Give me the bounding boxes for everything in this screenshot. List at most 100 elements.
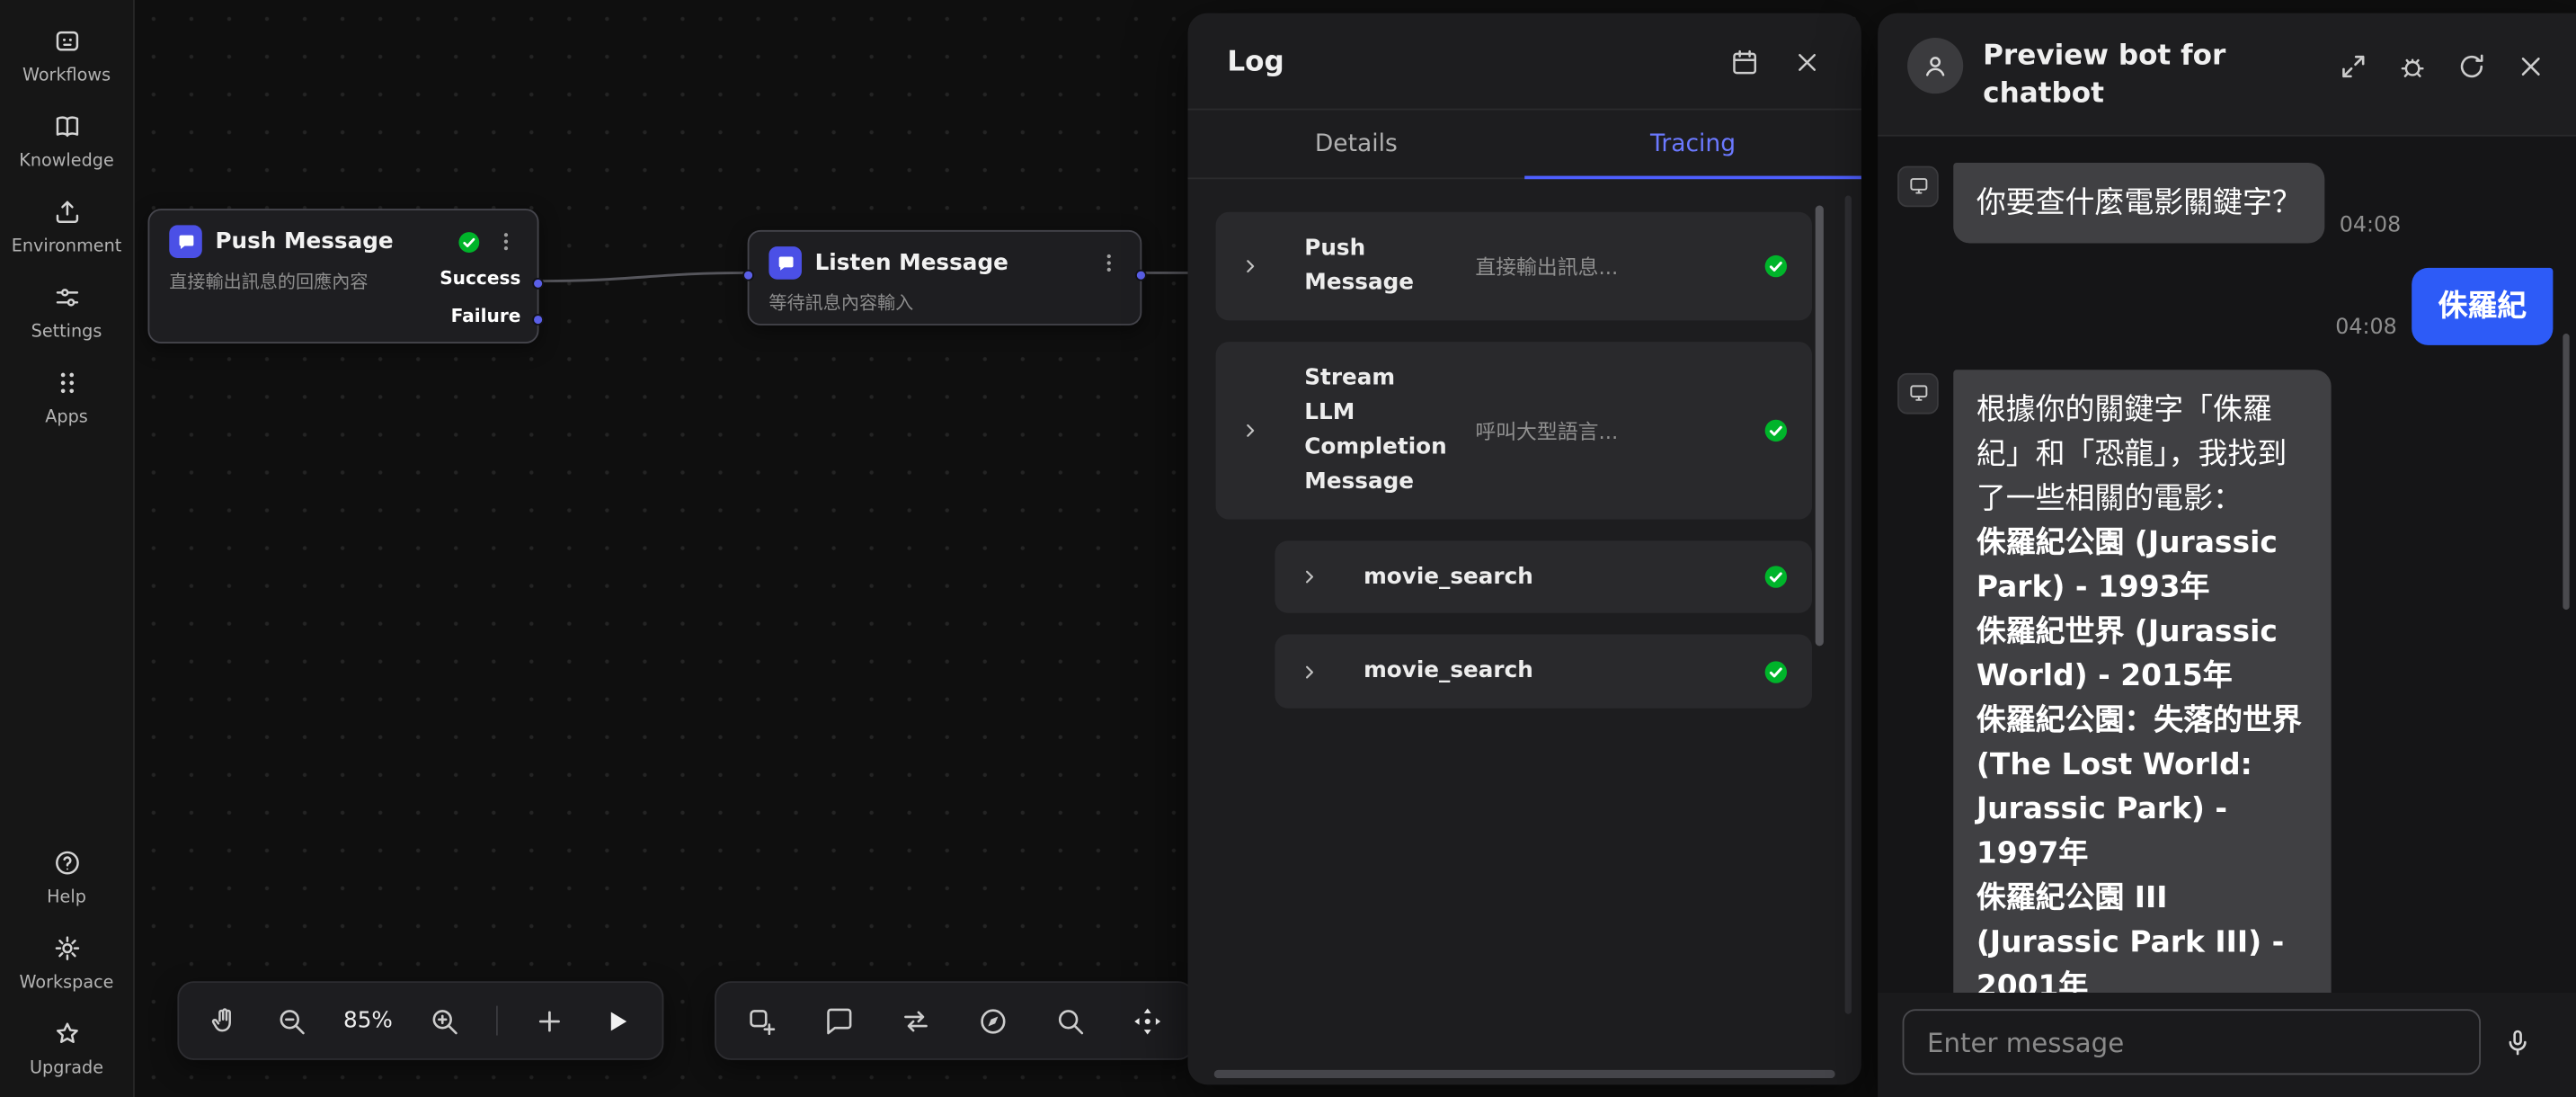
zoom-level[interactable]: 85% (343, 1007, 393, 1033)
trace-name: Stream LLM Completion Message (1304, 361, 1445, 499)
sidebar: Workflows Knowledge Environment Settings… (0, 0, 135, 1097)
help-icon (52, 848, 82, 878)
close-icon[interactable] (1792, 48, 1822, 77)
sidebar-bottom-group: Help Workspace Upgrade (0, 848, 133, 1078)
chat-message-bot: 你要查什麼電影關鍵字？ 04:08 (1897, 163, 2553, 244)
sidebar-item-workspace[interactable]: Workspace (0, 933, 133, 993)
tab-tracing[interactable]: Tracing (1524, 110, 1861, 177)
zoom-in-icon[interactable] (429, 1005, 460, 1037)
trace-row-stream-llm[interactable]: Stream LLM Completion Message 呼叫大型語言... (1216, 342, 1812, 519)
debug-icon[interactable] (2397, 51, 2429, 83)
chevron-right-icon[interactable] (1239, 419, 1262, 442)
bot-avatar (1907, 38, 1963, 94)
message-input[interactable] (1903, 1009, 2481, 1075)
sidebar-item-label: Apps (45, 407, 87, 427)
trace-row-push-message[interactable]: Push Message 直接輸出訊息... (1216, 212, 1812, 320)
sidebar-top-group: Workflows Knowledge Environment Settings… (0, 26, 133, 427)
fit-view-icon[interactable] (1132, 1005, 1163, 1037)
chevron-right-icon[interactable] (1298, 566, 1321, 589)
port-dot-in[interactable] (742, 270, 754, 281)
trace-name: movie_search (1364, 559, 1743, 593)
success-badge-icon (1763, 253, 1789, 279)
comment-icon[interactable] (823, 1005, 855, 1037)
calendar-icon[interactable] (1730, 48, 1760, 77)
preview-panel: Preview bot for chatbot 你要查什麼電影關鍵字？ 04:0… (1878, 13, 2576, 1097)
mic-icon[interactable] (2502, 1026, 2534, 1057)
screenshot-root: Workflows Knowledge Environment Settings… (0, 0, 2576, 1097)
bot-avatar-icon (1897, 165, 1939, 207)
port-dot-out[interactable] (1135, 270, 1147, 281)
workflows-icon (52, 26, 82, 56)
preview-title: Preview bot for chatbot (1983, 38, 2245, 113)
port-dot-failure[interactable] (532, 314, 544, 326)
message-icon (768, 246, 802, 280)
success-badge-icon (1763, 659, 1789, 685)
sidebar-item-knowledge[interactable]: Knowledge (0, 111, 133, 171)
add-icon[interactable] (534, 1005, 565, 1037)
sidebar-item-label: Knowledge (19, 151, 114, 171)
tab-details[interactable]: Details (1187, 110, 1524, 177)
pan-hand-icon[interactable] (209, 1005, 240, 1037)
optimize-icon[interactable] (978, 1005, 1009, 1037)
auto-layout-icon[interactable] (901, 1005, 932, 1037)
search-icon[interactable] (1054, 1005, 1086, 1037)
expand-icon[interactable] (2338, 51, 2369, 83)
trace-name: movie_search (1364, 655, 1743, 689)
node-subtitle: 等待訊息內容輸入 (768, 290, 1120, 316)
kebab-menu-icon[interactable] (494, 230, 518, 254)
sidebar-item-label: Workspace (20, 973, 114, 993)
message-time: 04:08 (2335, 316, 2396, 340)
chat-scrollbar-thumb[interactable] (2563, 334, 2569, 610)
success-badge-icon (1763, 417, 1789, 443)
upgrade-icon (52, 1019, 82, 1048)
chevron-right-icon[interactable] (1298, 661, 1321, 684)
sidebar-item-help[interactable]: Help (0, 848, 133, 907)
trace-row-movie-search-2[interactable]: movie_search (1275, 635, 1812, 709)
chevron-right-icon[interactable] (1239, 254, 1262, 278)
trace-desc: 呼叫大型語言... (1465, 415, 1743, 446)
sidebar-item-apps[interactable]: Apps (0, 368, 133, 427)
settings-icon (52, 282, 82, 312)
sidebar-item-upgrade[interactable]: Upgrade (0, 1019, 133, 1078)
chat-input-row (1878, 993, 2576, 1097)
message-time: 04:08 (2340, 213, 2401, 237)
port-success[interactable]: Success (440, 266, 520, 292)
chat-message-bot-results: 根據你的關鍵字「侏羅紀」和「恐龍」，我找到了一些相關的電影： 侏羅紀公園 (Ju… (1897, 370, 2553, 993)
movie-result: 侏羅紀公園 (Jurassic Park) - 1993年 (1976, 521, 2308, 610)
canvas-zoom-toolbar: 85% (177, 981, 663, 1060)
sidebar-item-environment[interactable]: Environment (0, 197, 133, 256)
trace-list: Push Message 直接輸出訊息... Stream LLM Comple… (1187, 179, 1861, 1084)
toolbar-divider (496, 1006, 498, 1036)
preview-header: Preview bot for chatbot (1878, 13, 2576, 137)
trace-desc: 直接輸出訊息... (1465, 251, 1743, 282)
kebab-menu-icon[interactable] (1097, 252, 1121, 275)
sidebar-item-label: Help (47, 887, 86, 907)
log-horizontal-scrollbar[interactable] (1214, 1070, 1835, 1078)
sidebar-item-label: Settings (31, 322, 102, 342)
node-header: Listen Message (768, 246, 1120, 280)
run-icon[interactable] (601, 1005, 633, 1037)
log-header: Log (1187, 13, 1861, 111)
log-panel-scrollbar[interactable] (1845, 196, 1852, 1014)
chat-area: 你要查什麼電影關鍵字？ 04:08 04:08 侏羅紀 根據你的關鍵字「侏羅紀」… (1878, 136, 2576, 993)
refresh-icon[interactable] (2456, 51, 2488, 83)
port-dot-success[interactable] (532, 278, 544, 290)
add-block-icon[interactable] (746, 1005, 777, 1037)
sidebar-item-workflows[interactable]: Workflows (0, 26, 133, 85)
node-listen-message[interactable]: Listen Message 等待訊息內容輸入 (748, 230, 1142, 326)
port-failure[interactable]: Failure (451, 304, 521, 330)
chat-message-user: 04:08 侏羅紀 (1897, 268, 2553, 345)
preview-tools (2338, 51, 2546, 83)
tab-label: Tracing (1650, 131, 1736, 157)
node-push-message[interactable]: Push Message 直接輸出訊息的回應內容 Success Failure (148, 209, 539, 343)
app-window: Workflows Knowledge Environment Settings… (0, 0, 2576, 1097)
sidebar-item-settings[interactable]: Settings (0, 282, 133, 342)
success-badge-icon (457, 229, 481, 254)
log-scrollbar-thumb[interactable] (1816, 205, 1824, 646)
log-panel: Log Details Tracing Push Message 直接輸出訊息.… (1187, 13, 1861, 1085)
apps-icon (52, 368, 82, 397)
trace-row-movie-search-1[interactable]: movie_search (1275, 540, 1812, 613)
close-icon[interactable] (2515, 51, 2546, 83)
zoom-out-icon[interactable] (276, 1005, 307, 1037)
user-message-bubble: 侏羅紀 (2412, 268, 2553, 345)
